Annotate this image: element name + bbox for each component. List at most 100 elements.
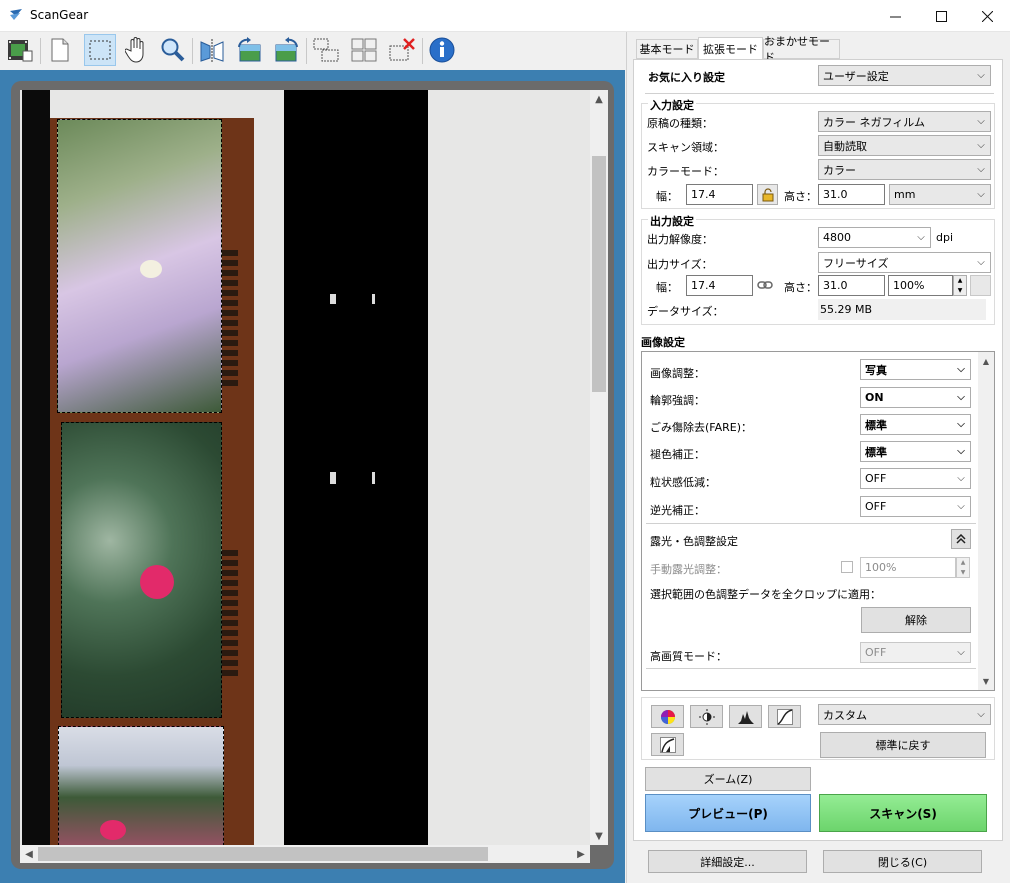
auto-crop-icon[interactable]	[310, 34, 342, 66]
favorites-label: お気に入り設定	[648, 71, 725, 84]
thumbnail-view-icon[interactable]	[4, 34, 36, 66]
reset-defaults-button[interactable]: 標準に戻す	[820, 732, 986, 758]
preview-image[interactable]	[20, 90, 590, 845]
preview-button[interactable]: プレビュー(P)	[645, 794, 811, 832]
scroll-up-icon[interactable]: ▲	[978, 354, 994, 368]
hq-mode-select[interactable]: OFF ⌵	[860, 642, 971, 663]
scan-area-select[interactable]: 自動読取 ⌵	[818, 135, 991, 156]
output-height-field[interactable]: 31.0	[818, 275, 885, 296]
image-adjust-select[interactable]: 写真 ⌵	[860, 359, 971, 380]
color-mode-label: カラーモード：	[647, 165, 724, 178]
adjust-preset-value: カスタム	[823, 708, 867, 722]
favorites-value: ユーザー設定	[823, 69, 889, 83]
scroll-up-icon[interactable]: ▲	[590, 90, 608, 108]
preview-toolbar	[0, 32, 625, 70]
fading-correction-value: 標準	[865, 445, 887, 459]
tab-advanced-mode[interactable]: 拡張モード	[698, 37, 763, 59]
info-icon[interactable]	[426, 34, 458, 66]
backlight-correction-select[interactable]: OFF ⌵	[860, 496, 971, 517]
dust-removal-label: ごみ傷除去(FARE)：	[650, 421, 753, 434]
scroll-right-icon[interactable]: ▶	[572, 845, 590, 863]
dust-removal-select[interactable]: 標準 ⌵	[860, 414, 971, 435]
output-resolution-value: 4800	[823, 231, 851, 244]
tab-basic-mode[interactable]: 基本モード	[636, 39, 698, 59]
fading-correction-select[interactable]: 標準 ⌵	[860, 441, 971, 462]
close-icon[interactable]	[964, 0, 1010, 32]
chevron-down-icon: ⌵	[957, 473, 965, 484]
chevron-down-icon: ⌵	[977, 70, 985, 81]
output-height-label: 高さ：	[784, 281, 817, 294]
output-scale-field[interactable]: 100%	[888, 275, 953, 296]
release-button[interactable]: 解除	[861, 607, 971, 633]
scan-area-label: スキャン領域：	[647, 141, 724, 154]
maximize-icon[interactable]	[918, 0, 964, 32]
horizontal-scroll-thumb[interactable]	[38, 847, 488, 861]
color-balance-icon[interactable]	[651, 705, 684, 728]
scale-spinner[interactable]: ▲ ▼	[953, 275, 967, 296]
hand-icon[interactable]	[120, 34, 152, 66]
collapse-section-icon[interactable]	[951, 529, 971, 549]
tone-curve-icon[interactable]	[768, 705, 801, 728]
scroll-down-icon[interactable]: ▼	[590, 827, 608, 845]
preferences-button[interactable]: 詳細設定...	[648, 850, 807, 873]
final-review-icon[interactable]	[651, 733, 684, 756]
mirror-icon[interactable]	[196, 34, 228, 66]
rotate-left-icon[interactable]	[233, 34, 265, 66]
output-width-field[interactable]: 17.4	[686, 275, 753, 296]
aspect-lock-icon[interactable]	[757, 184, 778, 205]
film-frame-3[interactable]	[58, 726, 224, 845]
manual-exposure-checkbox[interactable]	[841, 561, 853, 573]
exposure-spinner[interactable]: ▲ ▼	[956, 557, 970, 578]
zoom-button[interactable]: ズーム(Z)	[645, 767, 811, 791]
data-size-label: データサイズ：	[647, 305, 724, 318]
output-resolution-select[interactable]: 4800 ⌵	[818, 227, 931, 248]
fading-correction-label: 褪色補正：	[650, 448, 705, 461]
output-size-select[interactable]: フリーサイズ ⌵	[818, 252, 991, 273]
chevron-down-icon: ⌵	[957, 419, 965, 430]
color-mode-select[interactable]: カラー ⌵	[818, 159, 991, 180]
chevron-down-icon: ⌵	[977, 140, 985, 151]
input-height-label: 高さ：	[784, 190, 817, 203]
scroll-down-icon[interactable]: ▼	[978, 674, 994, 688]
close-button[interactable]: 閉じる(C)	[823, 850, 982, 873]
tab-auto-mode[interactable]: おまかせモード	[763, 35, 840, 64]
chevron-down-icon: ⌵	[977, 709, 985, 720]
unit-select[interactable]: mm ⌵	[889, 184, 991, 205]
remove-crop-icon[interactable]	[386, 34, 418, 66]
preview-horizontal-scrollbar[interactable]: ◀ ▶	[20, 845, 590, 863]
image-settings-scrollbar[interactable]: ▲ ▼	[978, 352, 994, 690]
input-width-field[interactable]: 17.4	[686, 184, 753, 205]
histogram-icon[interactable]	[729, 705, 762, 728]
grain-correction-select[interactable]: OFF ⌵	[860, 468, 971, 489]
image-adjust-value: 写真	[865, 363, 887, 377]
image-adjust-label: 画像調整：	[650, 367, 705, 380]
chevron-down-icon: ⌵	[977, 164, 985, 175]
unsharp-mask-select[interactable]: ON ⌵	[860, 387, 971, 408]
zoom-icon[interactable]	[157, 34, 189, 66]
input-height-field[interactable]: 31.0	[818, 184, 885, 205]
scroll-left-icon[interactable]: ◀	[20, 845, 38, 863]
rotate-right-icon[interactable]	[271, 34, 303, 66]
grain-correction-label: 粒状感低減：	[650, 476, 716, 489]
source-type-select[interactable]: カラー ネガフィルム ⌵	[818, 111, 991, 132]
backlight-correction-value: OFF	[865, 500, 887, 513]
output-size-label: 出力サイズ：	[647, 258, 713, 271]
crop-frame-icon[interactable]	[84, 34, 116, 66]
manual-exposure-field[interactable]: 100%	[860, 557, 956, 578]
vertical-scroll-thumb[interactable]	[592, 156, 606, 392]
select-all-crops-icon[interactable]	[348, 34, 380, 66]
exposure-color-title: 露光・色調整設定	[650, 535, 738, 548]
source-type-value: カラー ネガフィルム	[823, 115, 926, 129]
size-settings-icon[interactable]	[970, 275, 991, 296]
hq-mode-label: 高画質モード：	[650, 650, 727, 663]
chevron-down-icon: ⌵	[977, 257, 985, 268]
film-frame-2[interactable]	[61, 422, 222, 718]
unit-value: mm	[894, 188, 916, 201]
brightness-contrast-icon[interactable]	[690, 705, 723, 728]
preview-vertical-scrollbar[interactable]: ▲ ▼	[590, 90, 608, 845]
adjust-preset-select[interactable]: カスタム ⌵	[818, 704, 991, 725]
favorites-select[interactable]: ユーザー設定 ⌵	[818, 65, 991, 86]
minimize-icon[interactable]	[872, 0, 918, 32]
scan-button[interactable]: スキャン(S)	[819, 794, 987, 832]
whole-image-icon[interactable]	[44, 34, 76, 66]
